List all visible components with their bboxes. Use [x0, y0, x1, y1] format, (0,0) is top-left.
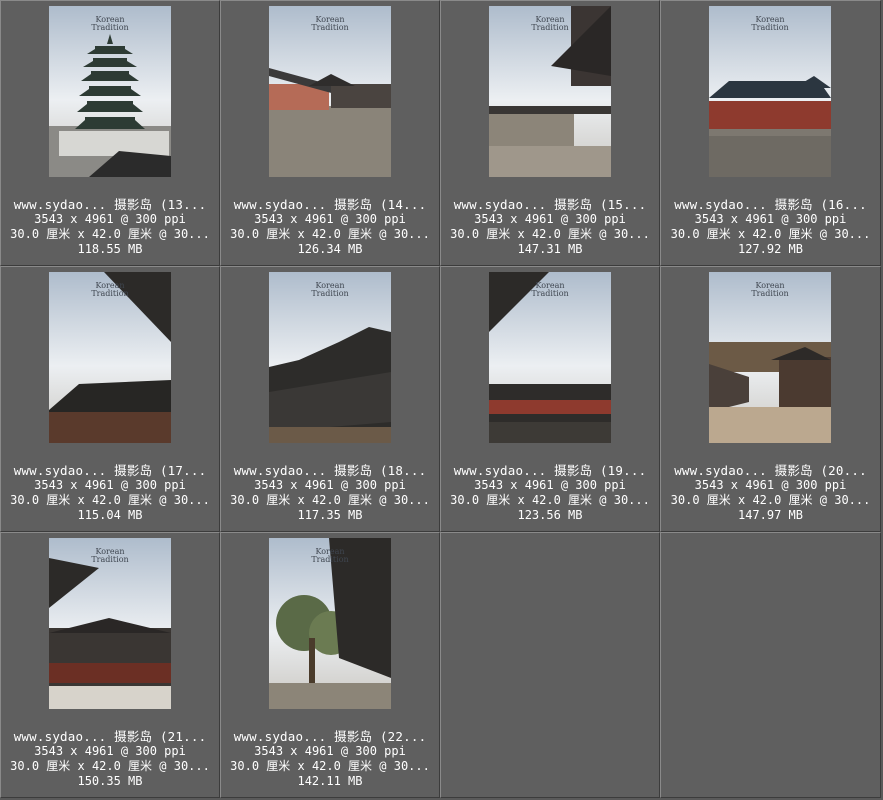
file-name: www.sydao... 摄影岛 (20...	[674, 463, 867, 478]
file-name: www.sydao... 摄影岛 (21...	[13, 729, 207, 744]
thumbnail-item[interactable]: Korean Tradition www.sydao... 摄影岛 (20...…	[660, 266, 881, 532]
file-name: www.sydao... 摄影岛 (18...	[233, 463, 427, 478]
file-name: www.sydao... 摄影岛 (13...	[13, 197, 207, 212]
thumbnail-item[interactable]: Korean Tradition www.sydao... 摄影岛 (19...…	[440, 266, 660, 532]
thumbnail-image[interactable]: Korean Tradition	[269, 538, 391, 709]
thumbnail-caption: www.sydao... 摄影岛 (16... 3543 x 4961 @ 30…	[661, 197, 880, 257]
pixel-dimensions: 3543 x 4961 @ 300 ppi	[254, 744, 406, 758]
thumbnail-image[interactable]: Korean Tradition	[269, 272, 391, 443]
print-size: 30.0 厘米 x 42.0 厘米 @ 30...	[10, 759, 210, 773]
file-name: www.sydao... 摄影岛 (15...	[453, 197, 647, 212]
file-name: www.sydao... 摄影岛 (17...	[13, 463, 207, 478]
thumbnail-grid: Korean Tradition www.sydao... 摄影岛 (13...…	[0, 0, 883, 800]
print-size: 30.0 厘米 x 42.0 厘米 @ 30...	[670, 493, 871, 507]
thumbnail-item[interactable]: Korean Tradition www.sydao... 摄影岛 (16...…	[660, 0, 881, 266]
thumbnail-brand-text: Korean Tradition	[311, 547, 349, 564]
print-size: 30.0 厘米 x 42.0 厘米 @ 30...	[450, 493, 650, 507]
pixel-dimensions: 3543 x 4961 @ 300 ppi	[34, 478, 186, 492]
thumbnail-brand-text: Korean Tradition	[531, 281, 569, 298]
empty-cell	[660, 532, 881, 798]
print-size: 30.0 厘米 x 42.0 厘米 @ 30...	[230, 759, 430, 773]
pixel-dimensions: 3543 x 4961 @ 300 ppi	[34, 212, 186, 226]
thumbnail-item[interactable]: Korean Tradition www.sydao... 摄影岛 (14...…	[220, 0, 440, 266]
file-name: www.sydao... 摄影岛 (16...	[674, 197, 867, 212]
thumbnail-item[interactable]: Korean Tradition www.sydao... 摄影岛 (18...…	[220, 266, 440, 532]
empty-cell	[440, 532, 660, 798]
pixel-dimensions: 3543 x 4961 @ 300 ppi	[254, 478, 406, 492]
print-size: 30.0 厘米 x 42.0 厘米 @ 30...	[670, 227, 871, 241]
file-size: 115.04 MB	[77, 508, 143, 522]
thumbnail-caption: www.sydao... 摄影岛 (17... 3543 x 4961 @ 30…	[1, 463, 219, 523]
thumbnail-image[interactable]: Korean Tradition	[269, 6, 391, 177]
thumbnail-caption: www.sydao... 摄影岛 (18... 3543 x 4961 @ 30…	[221, 463, 439, 523]
thumbnail-caption: www.sydao... 摄影岛 (15... 3543 x 4961 @ 30…	[441, 197, 659, 257]
thumbnail-brand-text: Korean Tradition	[91, 547, 129, 564]
file-size: 127.92 MB	[737, 242, 804, 256]
file-size: 147.97 MB	[737, 508, 804, 522]
thumbnail-item[interactable]: Korean Tradition www.sydao... 摄影岛 (21...…	[0, 532, 220, 798]
print-size: 30.0 厘米 x 42.0 厘米 @ 30...	[450, 227, 650, 241]
thumbnail-image[interactable]: Korean Tradition	[49, 272, 171, 443]
file-size: 126.34 MB	[297, 242, 363, 256]
thumbnail-brand-text: Korean Tradition	[531, 15, 569, 32]
thumbnail-brand-text: Korean Tradition	[91, 281, 129, 298]
thumbnail-item[interactable]: Korean Tradition www.sydao... 摄影岛 (15...…	[440, 0, 660, 266]
print-size: 30.0 厘米 x 42.0 厘米 @ 30...	[10, 227, 210, 241]
thumbnail-image[interactable]: Korean Tradition	[49, 538, 171, 709]
thumbnail-caption: www.sydao... 摄影岛 (19... 3543 x 4961 @ 30…	[441, 463, 659, 523]
thumbnail-item[interactable]: Korean Tradition www.sydao... 摄影岛 (17...…	[0, 266, 220, 532]
thumbnail-caption: www.sydao... 摄影岛 (20... 3543 x 4961 @ 30…	[661, 463, 880, 523]
pixel-dimensions: 3543 x 4961 @ 300 ppi	[254, 212, 406, 226]
thumbnail-caption: www.sydao... 摄影岛 (22... 3543 x 4961 @ 30…	[221, 729, 439, 789]
file-name: www.sydao... 摄影岛 (22...	[233, 729, 427, 744]
thumbnail-image[interactable]: Korean Tradition	[709, 272, 831, 443]
thumbnail-caption: www.sydao... 摄影岛 (21... 3543 x 4961 @ 30…	[1, 729, 219, 789]
thumbnail-image[interactable]: Korean Tradition	[489, 6, 611, 177]
file-size: 142.11 MB	[297, 774, 363, 788]
print-size: 30.0 厘米 x 42.0 厘米 @ 30...	[230, 227, 430, 241]
print-size: 30.0 厘米 x 42.0 厘米 @ 30...	[10, 493, 210, 507]
thumbnail-item[interactable]: Korean Tradition www.sydao... 摄影岛 (13...…	[0, 0, 220, 266]
thumbnail-item[interactable]: Korean Tradition www.sydao... 摄影岛 (22...…	[220, 532, 440, 798]
thumbnail-brand-text: Korean Tradition	[751, 281, 789, 298]
thumbnail-brand-text: Korean Tradition	[751, 15, 789, 32]
thumbnail-brand-text: Korean Tradition	[311, 15, 349, 32]
pixel-dimensions: 3543 x 4961 @ 300 ppi	[474, 212, 626, 226]
thumbnail-caption: www.sydao... 摄影岛 (13... 3543 x 4961 @ 30…	[1, 197, 219, 257]
pixel-dimensions: 3543 x 4961 @ 300 ppi	[474, 478, 626, 492]
file-size: 117.35 MB	[297, 508, 363, 522]
thumbnail-brand-text: Korean Tradition	[91, 15, 129, 32]
file-name: www.sydao... 摄影岛 (19...	[453, 463, 647, 478]
thumbnail-brand-text: Korean Tradition	[311, 281, 349, 298]
file-size: 118.55 MB	[77, 242, 143, 256]
thumbnail-image[interactable]: Korean Tradition	[489, 272, 611, 443]
pixel-dimensions: 3543 x 4961 @ 300 ppi	[694, 212, 847, 226]
pixel-dimensions: 3543 x 4961 @ 300 ppi	[694, 478, 847, 492]
thumbnail-image[interactable]: Korean Tradition	[49, 6, 171, 177]
thumbnail-image[interactable]: Korean Tradition	[709, 6, 831, 177]
print-size: 30.0 厘米 x 42.0 厘米 @ 30...	[230, 493, 430, 507]
file-size: 147.31 MB	[517, 242, 583, 256]
pixel-dimensions: 3543 x 4961 @ 300 ppi	[34, 744, 186, 758]
thumbnail-caption: www.sydao... 摄影岛 (14... 3543 x 4961 @ 30…	[221, 197, 439, 257]
file-size: 123.56 MB	[517, 508, 583, 522]
file-size: 150.35 MB	[77, 774, 143, 788]
file-name: www.sydao... 摄影岛 (14...	[233, 197, 427, 212]
